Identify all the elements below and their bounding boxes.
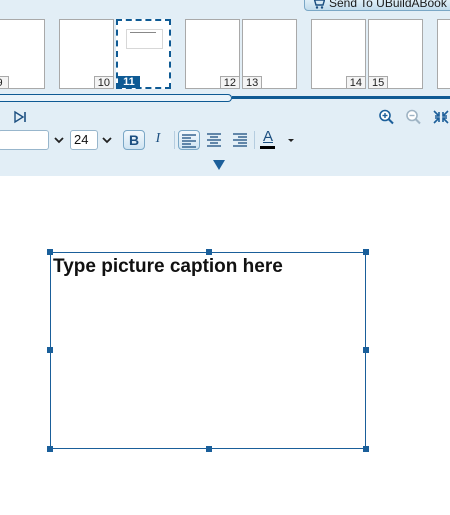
resize-handle-bottom-center[interactable] bbox=[206, 446, 212, 452]
resize-handle-top-right[interactable] bbox=[363, 249, 369, 255]
zoom-out-icon[interactable] bbox=[405, 109, 423, 125]
page-thumbnail-12[interactable]: 12 bbox=[185, 19, 240, 89]
page-number: 12 bbox=[219, 76, 239, 89]
caption-text[interactable]: Type picture caption here bbox=[53, 256, 283, 278]
page-thumbnail-10[interactable]: 10 bbox=[59, 19, 114, 89]
resize-handle-bottom-right[interactable] bbox=[363, 446, 369, 452]
zoom-in-icon[interactable] bbox=[378, 109, 396, 125]
italic-button[interactable]: I bbox=[147, 130, 169, 150]
resize-handle-top-left[interactable] bbox=[47, 249, 53, 255]
page-number: 14 bbox=[345, 76, 365, 89]
send-to-ubuildabook-button[interactable]: Send To UBuildABook bbox=[304, 0, 450, 11]
resize-handle-middle-right[interactable] bbox=[363, 347, 369, 353]
resize-handle-bottom-left[interactable] bbox=[47, 446, 53, 452]
page-thumbnail-15[interactable]: 15 bbox=[368, 19, 423, 89]
page-number: 10 bbox=[93, 76, 113, 89]
caption-preview bbox=[126, 29, 163, 49]
page-number: 15 bbox=[369, 76, 389, 89]
align-right-icon bbox=[233, 133, 247, 147]
scrollbar-thumb[interactable] bbox=[0, 94, 232, 102]
page-number: 9 bbox=[0, 76, 9, 89]
page-number: 11 bbox=[118, 76, 140, 88]
collapse-toolbar-icon[interactable] bbox=[212, 160, 226, 170]
toolbar-separator bbox=[174, 131, 175, 149]
bold-button[interactable]: B bbox=[123, 130, 145, 150]
send-button-label: Send To UBuildABook bbox=[329, 0, 447, 10]
picture-caption-box[interactable]: Type picture caption here bbox=[47, 249, 369, 452]
page-number: 13 bbox=[243, 76, 263, 89]
page-thumbnail-strip: Send To UBuildABook 9 10 11 12 13 14 15 bbox=[0, 0, 450, 110]
font-name-dropdown-icon[interactable] bbox=[53, 130, 65, 150]
align-left-button[interactable] bbox=[178, 130, 200, 150]
page-thumbnail-13[interactable]: 13 bbox=[242, 19, 297, 89]
navigation-toolbar bbox=[0, 108, 450, 126]
align-right-button[interactable] bbox=[229, 130, 251, 150]
font-size-field[interactable]: 24 bbox=[70, 130, 98, 150]
font-name-field[interactable] bbox=[0, 130, 49, 150]
align-left-icon bbox=[182, 134, 196, 148]
align-center-button[interactable] bbox=[203, 130, 225, 150]
text-color-button[interactable]: A bbox=[257, 128, 279, 150]
scrollbar-track[interactable] bbox=[232, 96, 450, 99]
text-color-label: A bbox=[262, 128, 273, 145]
page-thumbnail-14[interactable]: 14 bbox=[311, 19, 366, 89]
skip-to-end-icon[interactable] bbox=[12, 109, 30, 125]
fit-to-window-icon[interactable] bbox=[432, 109, 450, 125]
page-thumbnail-9[interactable]: 9 bbox=[0, 19, 45, 89]
toolbar-separator bbox=[254, 131, 255, 149]
shopping-cart-icon bbox=[313, 0, 325, 9]
text-color-swatch bbox=[260, 146, 275, 149]
thumbnail-scrollbar[interactable] bbox=[0, 94, 450, 102]
font-size-dropdown-icon[interactable] bbox=[101, 130, 113, 150]
page-thumbnail-16[interactable] bbox=[437, 19, 450, 89]
resize-handle-middle-left[interactable] bbox=[47, 347, 53, 353]
text-color-dropdown-icon[interactable] bbox=[285, 130, 297, 150]
page-thumbnail-11-selected[interactable]: 11 bbox=[116, 19, 171, 89]
resize-handle-top-center[interactable] bbox=[206, 249, 212, 255]
align-center-icon bbox=[207, 133, 221, 147]
